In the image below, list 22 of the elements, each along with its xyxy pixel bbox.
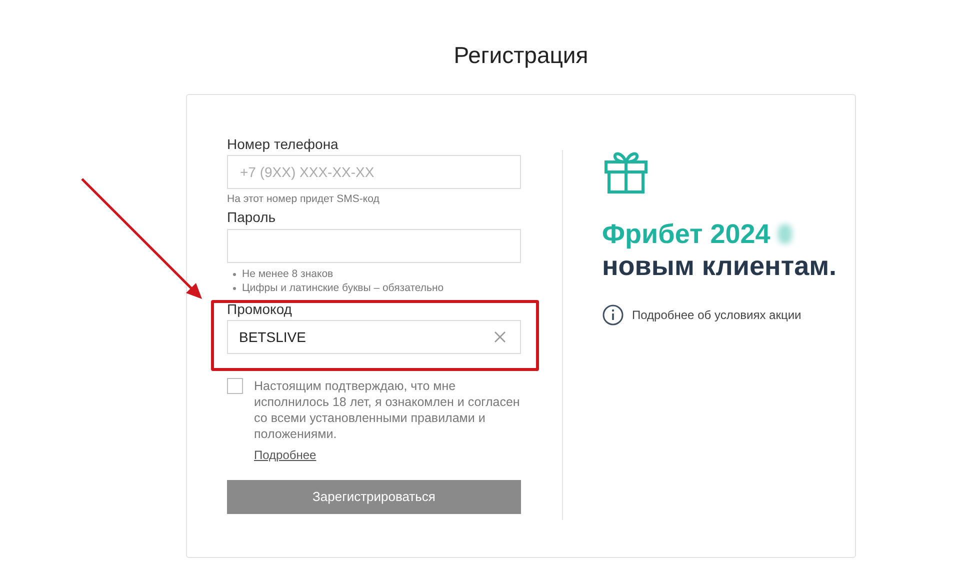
conditions-link[interactable]: Подробнее об условиях акции (632, 306, 802, 324)
consent-text: Настоящим подтверждаю, что мне исполнилось 18 лет, я ознакомлен и согласен со всеми установленными правилами и положениями. (254, 378, 521, 442)
promo-field[interactable]: BETSLIVE (227, 320, 521, 354)
phone-field[interactable]: +7 (9XX) XXX-XX-XX (227, 155, 521, 189)
blurred-mark (778, 224, 792, 244)
promo-headline: Фрибет 2024 (602, 218, 770, 250)
bullet-icon (233, 272, 236, 276)
field-hint: На этот номер придет SMS-код (227, 192, 380, 206)
password-rule: Цифры и латинские буквы – обязательно (242, 281, 444, 295)
clear-icon[interactable] (494, 331, 506, 343)
details-link[interactable]: Подробнее (254, 446, 316, 464)
field-label: Промокод (227, 300, 293, 318)
field-label: Пароль (227, 208, 277, 226)
consent-checkbox[interactable] (227, 378, 243, 394)
info-icon (602, 304, 624, 326)
field-label: Номер телефона (227, 135, 340, 153)
promo-subline: новым клиентам. (602, 250, 837, 282)
password-rule: Не менее 8 знаков (242, 267, 334, 281)
password-field[interactable] (227, 229, 521, 263)
page-title: Регистрация (454, 41, 588, 70)
bullet-icon (233, 286, 236, 290)
promo-input[interactable]: BETSLIVE (239, 326, 494, 348)
